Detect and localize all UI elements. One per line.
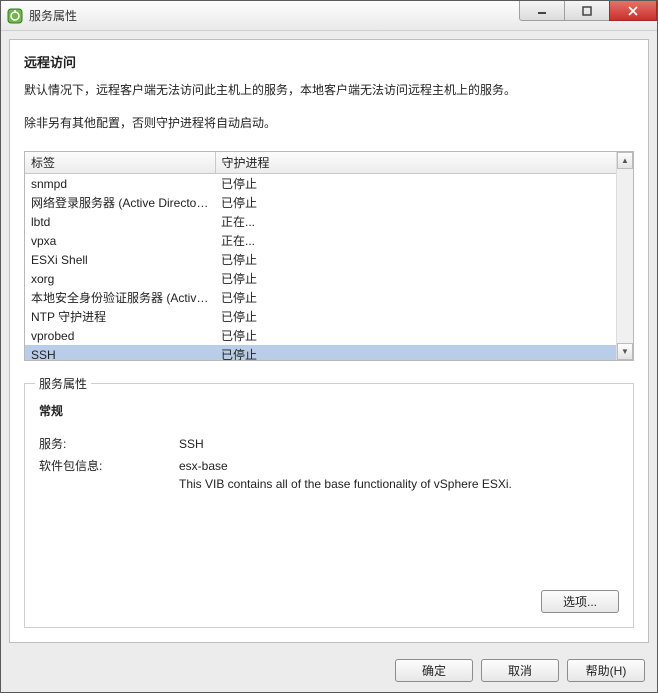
titlebar[interactable]: 服务属性 xyxy=(1,1,657,31)
package-row: 软件包信息: esx-base This VIB contains all of… xyxy=(39,457,619,493)
description-line-2: 除非另有其他配置，否则守护进程将自动启动。 xyxy=(24,114,634,133)
package-label: 软件包信息: xyxy=(39,457,179,474)
service-details-group: 服务属性 常规 服务: SSH 软件包信息: esx-base This VIB… xyxy=(24,383,634,628)
table-row[interactable]: NTP 守护进程已停止 xyxy=(25,307,616,326)
cell-daemon: 已停止 xyxy=(215,288,616,307)
table-scrollbar[interactable]: ▲ ▼ xyxy=(616,152,633,360)
cell-daemon: 正在... xyxy=(215,231,616,250)
ok-button[interactable]: 确定 xyxy=(395,659,473,682)
column-header-label[interactable]: 标签 xyxy=(25,152,215,174)
scroll-track[interactable] xyxy=(617,169,633,343)
cell-label: vprobed xyxy=(25,326,215,345)
close-button[interactable] xyxy=(609,1,657,21)
cell-label: SSH xyxy=(25,345,215,360)
cell-label: xorg xyxy=(25,269,215,288)
table-row[interactable]: vpxa正在... xyxy=(25,231,616,250)
description-line-1: 默认情况下，远程客户端无法访问此主机上的服务，本地客户端无法访问远程主机上的服务… xyxy=(24,81,634,100)
cell-label: lbtd xyxy=(25,212,215,231)
cell-label: NTP 守护进程 xyxy=(25,307,215,326)
cell-label: snmpd xyxy=(25,174,215,194)
app-icon xyxy=(7,8,23,24)
content-panel: 远程访问 默认情况下，远程客户端无法访问此主机上的服务，本地客户端无法访问远程主… xyxy=(9,39,649,643)
scroll-up-button[interactable]: ▲ xyxy=(617,152,633,169)
services-table-container: 标签 守护进程 snmpd已停止网络登录服务器 (Active Director… xyxy=(24,151,634,361)
options-button[interactable]: 选项... xyxy=(541,590,619,613)
cell-daemon: 已停止 xyxy=(215,193,616,212)
table-row[interactable]: ESXi Shell已停止 xyxy=(25,250,616,269)
table-row[interactable]: lbtd正在... xyxy=(25,212,616,231)
table-row[interactable]: vprobed已停止 xyxy=(25,326,616,345)
table-row[interactable]: snmpd已停止 xyxy=(25,174,616,194)
cell-daemon: 已停止 xyxy=(215,307,616,326)
cell-daemon: 已停止 xyxy=(215,326,616,345)
window-buttons xyxy=(520,1,657,21)
table-row[interactable]: 网络登录服务器 (Active Directory...已停止 xyxy=(25,193,616,212)
cell-daemon: 正在... xyxy=(215,212,616,231)
cancel-button[interactable]: 取消 xyxy=(481,659,559,682)
service-row: 服务: SSH xyxy=(39,435,619,453)
cell-daemon: 已停止 xyxy=(215,345,616,360)
table-row[interactable]: xorg已停止 xyxy=(25,269,616,288)
column-header-daemon[interactable]: 守护进程 xyxy=(215,152,616,174)
service-value: SSH xyxy=(179,435,619,453)
table-row[interactable]: SSH已停止 xyxy=(25,345,616,360)
cell-daemon: 已停止 xyxy=(215,250,616,269)
package-value: esx-base This VIB contains all of the ba… xyxy=(179,457,619,493)
dialog-footer: 确定 取消 帮助(H) xyxy=(1,651,657,692)
scroll-down-button[interactable]: ▼ xyxy=(617,343,633,360)
services-table[interactable]: 标签 守护进程 snmpd已停止网络登录服务器 (Active Director… xyxy=(25,152,616,360)
cell-label: ESXi Shell xyxy=(25,250,215,269)
maximize-button[interactable] xyxy=(564,1,610,21)
cell-label: vpxa xyxy=(25,231,215,250)
cell-daemon: 已停止 xyxy=(215,174,616,194)
section-heading: 远程访问 xyxy=(24,52,634,71)
details-legend: 服务属性 xyxy=(35,375,91,392)
table-row[interactable]: 本地安全身份验证服务器 (Active...已停止 xyxy=(25,288,616,307)
cell-label: 网络登录服务器 (Active Directory... xyxy=(25,193,215,212)
window-title: 服务属性 xyxy=(29,7,77,24)
cell-daemon: 已停止 xyxy=(215,269,616,288)
help-button[interactable]: 帮助(H) xyxy=(567,659,645,682)
cell-label: 本地安全身份验证服务器 (Active... xyxy=(25,288,215,307)
dialog-window: 服务属性 远程访问 默认情况下，远程客户端无法访问此主机上的服务，本地客户端无法… xyxy=(0,0,658,693)
minimize-button[interactable] xyxy=(519,1,565,21)
details-subheading: 常规 xyxy=(39,402,619,419)
service-label: 服务: xyxy=(39,435,179,452)
